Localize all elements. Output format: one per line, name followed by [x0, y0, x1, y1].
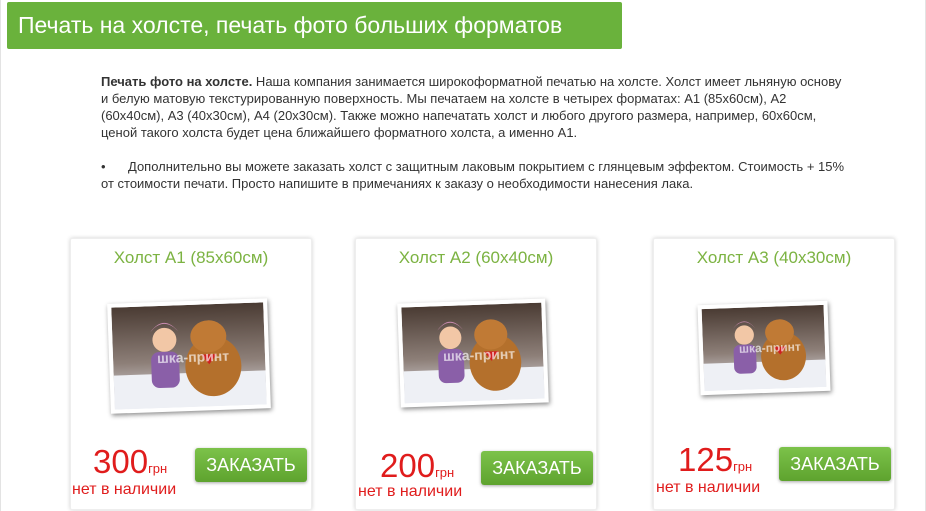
varnish-note-text: Дополнительно вы можете заказать холст с…	[101, 159, 845, 191]
canvas-photo[interactable]: шка-принт	[397, 298, 549, 408]
product-title: Холст А3 (40x30см)	[696, 248, 852, 267]
canvas-photo[interactable]: шка-принт	[107, 298, 271, 414]
watermark: шка-принт	[738, 339, 801, 356]
order-button[interactable]: ЗАКАЗАТЬ	[195, 448, 307, 482]
product-card-a2: Холст А2 (60x40см) шка-принт 200грн нет …	[355, 238, 597, 510]
product-title: Холст А2 (60x40см)	[398, 248, 554, 267]
price-currency: грн	[435, 465, 455, 480]
canvas-photo[interactable]: шка-принт	[697, 300, 831, 396]
price-value: 125	[678, 441, 734, 478]
order-button[interactable]: ЗАКАЗАТЬ	[779, 447, 891, 481]
order-button[interactable]: ЗАКАЗАТЬ	[481, 451, 593, 485]
stock-status: нет в наличии	[656, 479, 761, 496]
price-value: 200	[380, 447, 436, 484]
watermark: шка-принт	[156, 347, 230, 367]
page-header: Печать на холсте, печать фото больших фо…	[7, 2, 622, 49]
description-block: Печать фото на холсте. Наша компания зан…	[101, 73, 846, 192]
bullet-marker: •	[101, 159, 106, 174]
price: 300грн	[93, 443, 167, 481]
price-currency: грн	[733, 459, 753, 474]
watermark: шка-принт	[442, 345, 516, 365]
product-title: Холст А1 (85x60см)	[113, 248, 269, 267]
description-paragraph: Печать фото на холсте. Наша компания зан…	[101, 73, 846, 141]
price: 125грн	[678, 441, 752, 479]
price-value: 300	[93, 443, 149, 480]
page-title: Печать на холсте, печать фото больших фо…	[18, 12, 563, 38]
description-lead: Печать фото на холсте.	[101, 74, 253, 89]
varnish-note: • Дополнительно вы можете заказать холст …	[101, 158, 846, 192]
stock-status: нет в наличии	[358, 483, 463, 500]
stock-status: нет в наличии	[72, 481, 177, 498]
product-card-a3: Холст А3 (40x30см) шка-принт 125грн нет …	[653, 238, 895, 510]
product-card-a1: Холст А1 (85x60см) шка-принт 300грн нет …	[70, 238, 312, 510]
price-currency: грн	[148, 461, 168, 476]
price: 200грн	[380, 447, 454, 485]
